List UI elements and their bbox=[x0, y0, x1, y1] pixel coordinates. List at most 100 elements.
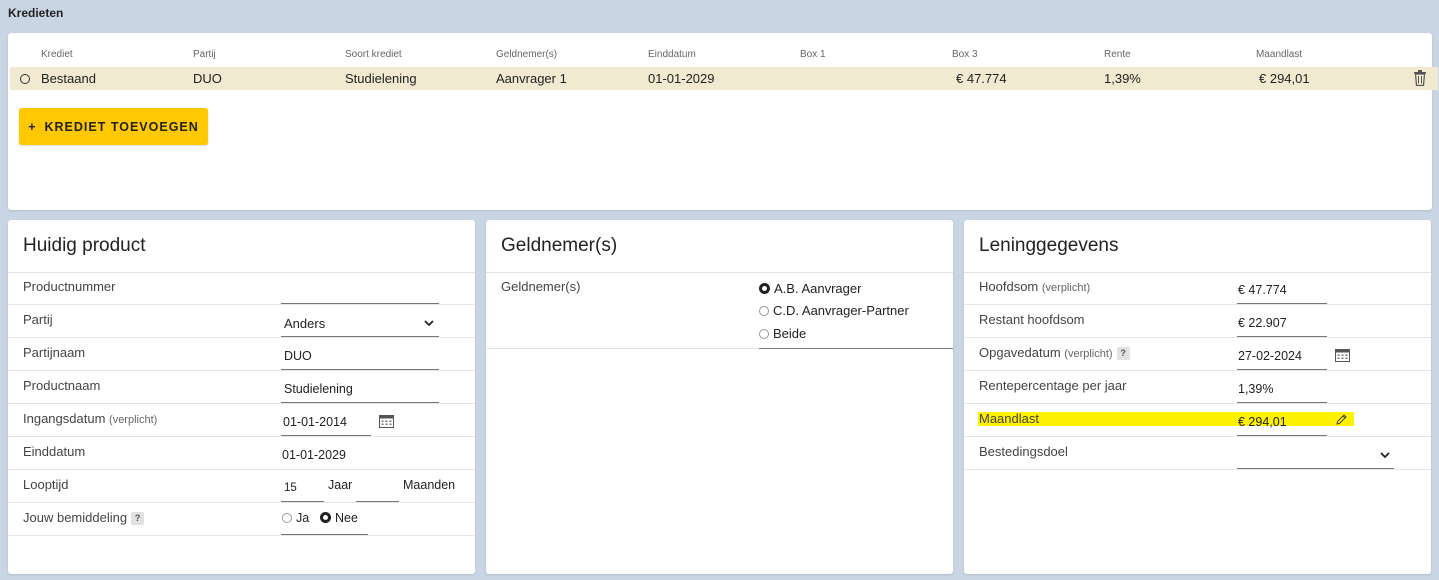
label-productnaam: Productnaam bbox=[23, 378, 101, 393]
radio-ab-aanvrager[interactable]: A.B. Aanvrager bbox=[759, 281, 861, 296]
required-hint: (verplicht) bbox=[1064, 348, 1113, 360]
radio-cd-partner[interactable]: C.D. Aanvrager-Partner bbox=[759, 303, 909, 318]
pencil-icon[interactable] bbox=[1335, 413, 1348, 426]
maandlast-value: € 294,01 bbox=[1238, 415, 1287, 429]
label-ingangsdatum: Ingangsdatum bbox=[23, 411, 106, 426]
panel-title: Leninggegevens bbox=[979, 235, 1119, 256]
partijnaam-input[interactable]: DUO bbox=[284, 349, 312, 363]
radio-off-icon bbox=[759, 329, 769, 339]
partij-select[interactable]: Anders bbox=[284, 316, 325, 331]
radio-nee-label: Nee bbox=[335, 511, 358, 525]
col-geldnemer: Geldnemer(s) bbox=[496, 49, 558, 60]
row-productnaam: Productnaam Studielening bbox=[8, 371, 475, 404]
row-opgavedatum: Opgavedatum (verplicht)? 27-02-2024 bbox=[964, 338, 1431, 371]
label-einddatum: Einddatum bbox=[23, 444, 86, 459]
maanden-label: Maanden bbox=[403, 478, 456, 492]
col-soort-krediet: Soort krediet bbox=[345, 49, 402, 60]
radio-on-icon bbox=[320, 512, 331, 523]
panel-title: Geldnemer(s) bbox=[501, 235, 618, 256]
radio-cd-label: C.D. Aanvrager-Partner bbox=[773, 303, 909, 318]
productnaam-input[interactable]: Studielening bbox=[284, 382, 353, 396]
credits-card: Krediet Partij Soort krediet Geldnemer(s… bbox=[8, 33, 1438, 210]
radio-on-icon bbox=[759, 283, 770, 294]
required-hint: (verplicht) bbox=[1041, 282, 1091, 294]
col-krediet: Krediet bbox=[41, 49, 73, 60]
row-productnummer: Productnummer bbox=[8, 272, 475, 305]
chevron-down-icon[interactable] bbox=[424, 318, 434, 328]
row-select-radio[interactable] bbox=[20, 74, 30, 84]
label-partijnaam: Partijnaam bbox=[23, 345, 86, 360]
rente-input[interactable]: 1,39% bbox=[1238, 382, 1273, 396]
col-partij: Partij bbox=[193, 49, 216, 60]
jaar-label: Jaar bbox=[328, 478, 353, 492]
row-looptijd: Looptijd 15 Jaar Maanden bbox=[8, 470, 475, 503]
add-credit-button[interactable]: + KREDIET TOEVOEGEN bbox=[19, 108, 208, 145]
row-einddatum: Einddatum 01-01-2029 bbox=[8, 437, 475, 470]
row-geldnemer: Geldnemer(s) A.B. Aanvrager C.D. Aanvrag… bbox=[486, 272, 953, 349]
plus-icon: + bbox=[28, 119, 37, 134]
row-rente: Rentepercentage per jaar 1,39% bbox=[964, 371, 1431, 404]
label-maandlast: Maandlast bbox=[979, 411, 1039, 426]
col-maandlast: Maandlast bbox=[1256, 49, 1303, 60]
col-einddatum: Einddatum bbox=[648, 49, 696, 60]
help-icon[interactable]: ? bbox=[1116, 347, 1130, 360]
label-productnummer: Productnummer bbox=[23, 279, 116, 294]
credits-table-header: Krediet Partij Soort krediet Geldnemer(s… bbox=[8, 49, 1432, 61]
label-bestedingsdoel: Bestedingsdoel bbox=[979, 444, 1068, 459]
label-restant: Restant hoofdsom bbox=[979, 312, 1085, 327]
radio-beide-label: Beide bbox=[773, 326, 807, 341]
label-rente: Rentepercentage per jaar bbox=[979, 378, 1127, 393]
cell-partij: DUO bbox=[193, 71, 222, 86]
radio-nee[interactable]: Nee bbox=[320, 511, 358, 525]
einddatum-value: 01-01-2029 bbox=[282, 448, 346, 462]
row-bestedingsdoel: Bestedingsdoel bbox=[964, 437, 1431, 470]
radio-ja[interactable]: Ja bbox=[282, 511, 309, 525]
label-geldnemer: Geldnemer(s) bbox=[501, 279, 581, 294]
radio-off-icon bbox=[759, 306, 769, 316]
row-partijnaam: Partijnaam DUO bbox=[8, 338, 475, 371]
panel-geldnemer: Geldnemer(s) Geldnemer(s) A.B. Aanvrager… bbox=[486, 220, 953, 574]
panel-title: Huidig product bbox=[23, 235, 146, 256]
hoofdsom-input[interactable]: € 47.774 bbox=[1238, 283, 1287, 297]
cell-soort: Studielening bbox=[345, 71, 417, 86]
label-bemiddeling: Jouw bemiddeling bbox=[23, 510, 128, 525]
panel-huidig-product: Huidig product Productnummer Partij Ande… bbox=[8, 220, 475, 574]
cell-box3: € 47.774 bbox=[956, 71, 1007, 86]
chevron-down-icon[interactable] bbox=[1380, 450, 1390, 460]
radio-ab-label: A.B. Aanvrager bbox=[774, 281, 862, 296]
radio-off-icon bbox=[282, 513, 292, 523]
required-hint: (verplicht) bbox=[109, 414, 158, 426]
label-opgavedatum: Opgavedatum bbox=[979, 345, 1061, 360]
looptijd-jaar-input[interactable]: 15 bbox=[284, 482, 297, 494]
radio-beide[interactable]: Beide bbox=[759, 326, 806, 341]
cell-krediet: Bestaand bbox=[41, 71, 96, 86]
ingangsdatum-input[interactable]: 01-01-2014 bbox=[283, 415, 347, 429]
cell-rente: 1,39% bbox=[1104, 71, 1141, 86]
radio-ja-label: Ja bbox=[296, 511, 310, 525]
calendar-icon[interactable] bbox=[379, 414, 394, 428]
col-box1: Box 1 bbox=[800, 49, 826, 60]
row-ingangsdatum: Ingangsdatum (verplicht) 01-01-2014 bbox=[8, 404, 475, 437]
cell-geldnemer: Aanvrager 1 bbox=[496, 71, 567, 86]
trash-icon[interactable] bbox=[1414, 70, 1426, 86]
section-title: Kredieten bbox=[8, 6, 64, 20]
row-hoofdsom: Hoofdsom (verplicht) € 47.774 bbox=[964, 272, 1431, 305]
calendar-icon[interactable] bbox=[1335, 348, 1350, 362]
help-icon[interactable]: ? bbox=[131, 512, 145, 525]
restant-input[interactable]: € 22.907 bbox=[1238, 316, 1287, 330]
cell-maandlast: € 294,01 bbox=[1259, 71, 1310, 86]
add-credit-label: KREDIET TOEVOEGEN bbox=[44, 119, 199, 134]
label-partij: Partij bbox=[23, 312, 53, 327]
row-bemiddeling: Jouw bemiddeling? Ja Nee bbox=[8, 503, 475, 536]
label-looptijd: Looptijd bbox=[23, 477, 69, 492]
row-maandlast: Maandlast € 294,01 bbox=[964, 404, 1431, 437]
row-partij: Partij Anders bbox=[8, 305, 475, 338]
table-row[interactable]: Bestaand DUO Studielening Aanvrager 1 01… bbox=[10, 67, 1438, 90]
cell-einddatum: 01-01-2029 bbox=[648, 71, 715, 86]
opgavedatum-input[interactable]: 27-02-2024 bbox=[1238, 349, 1302, 363]
col-rente: Rente bbox=[1104, 49, 1131, 60]
col-box3: Box 3 bbox=[952, 49, 978, 60]
row-restant: Restant hoofdsom € 22.907 bbox=[964, 305, 1431, 338]
label-hoofdsom: Hoofdsom bbox=[979, 279, 1039, 294]
panel-leninggegevens: Leninggegevens Hoofdsom (verplicht) € 47… bbox=[964, 220, 1431, 574]
